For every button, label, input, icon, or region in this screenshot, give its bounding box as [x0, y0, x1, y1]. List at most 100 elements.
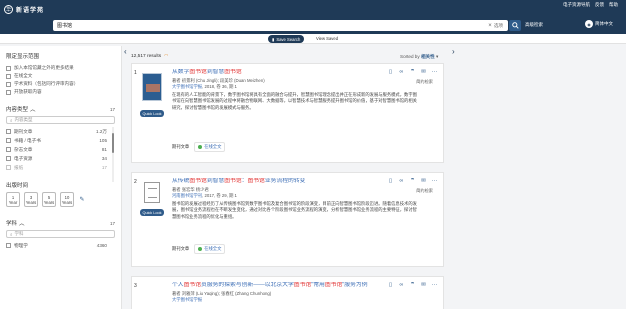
content-type-filter-input[interactable]: ⌕ 内容类型 — [6, 116, 115, 124]
filter-check-open-access[interactable]: 开放获取内容 — [6, 88, 115, 96]
save-search-label: Save Search — [276, 36, 301, 42]
top-bar: 华 新语学苑 电子资源导航 反馈 帮助 × 选项 高级检索 ◉ 简体中文 — [0, 0, 626, 34]
clear-icon[interactable]: × — [486, 23, 494, 29]
subject-filter-input[interactable]: ⌕ 学科 — [6, 230, 115, 238]
result-title-link[interactable]: 个人图书馆员服务的探索与创新——以北京大学图书馆"常用图书馆"服务为例 — [172, 282, 402, 289]
library-search-link[interactable]: 简约检索 — [416, 79, 433, 85]
advanced-search-link[interactable]: 高级检索 — [525, 22, 543, 28]
search-input[interactable] — [53, 21, 486, 30]
facet-scrollbar-thumb[interactable] — [112, 133, 114, 153]
facet-item[interactable]: 期刊文章 1.2万 — [6, 127, 107, 136]
result-actions: ▯ ∞ ❞ ✉ ⋯ — [387, 282, 438, 288]
language-selector[interactable]: ◉ 简体中文 — [585, 18, 613, 30]
year-button-10[interactable]: 10 Years — [60, 192, 74, 207]
content-type-count: 17 — [109, 106, 115, 112]
filter-check-beyond-library[interactable]: 加入本馆馆藏之外的更多结果 — [6, 64, 115, 72]
result-title-link[interactable]: 从传统图书馆到智慧图书馆：图书馆业务流程的转变 — [172, 178, 382, 185]
collapse-sidebar-icon[interactable]: ‹ — [124, 47, 127, 56]
facet-item[interactable]: 物理学 4360 — [6, 241, 115, 250]
email-icon[interactable]: ✉ — [420, 178, 427, 184]
content-type-header[interactable]: 内容类型 ︿ 17 — [6, 105, 115, 114]
search-options-dropdown[interactable]: 选项 — [494, 23, 503, 29]
logo[interactable]: 华 新语学苑 — [4, 2, 44, 16]
facet-item[interactable]: 报纸 17 — [6, 163, 107, 172]
year-button-1[interactable]: 1 Year — [6, 192, 20, 207]
title-highlight: 图书馆 — [224, 178, 242, 184]
more-icon[interactable]: ⋯ — [431, 178, 438, 184]
quick-look-button[interactable]: Quick Look — [140, 110, 164, 117]
view-saved-link[interactable]: View Saved — [316, 36, 338, 41]
pub-date-header: 出版时间 — [6, 181, 115, 189]
result-title-link[interactable]: 从数字图书馆到智慧图书馆 — [172, 69, 382, 76]
title-part: 到智慧 — [206, 69, 225, 75]
checkbox[interactable] — [6, 243, 11, 248]
source-name[interactable]: 大学图书馆学报 — [172, 297, 202, 302]
checkbox[interactable] — [6, 165, 11, 170]
checkbox[interactable] — [6, 73, 11, 79]
more-icon[interactable]: ⋯ — [431, 69, 438, 75]
result-actions: ▯ ∞ ❞ ✉ ⋯ — [387, 69, 438, 75]
checkbox[interactable] — [6, 65, 11, 71]
bookmark-icon[interactable]: ▯ — [387, 69, 394, 75]
title-part: "服务为例 — [342, 282, 368, 288]
online-full-text-link[interactable]: 在线全文 — [194, 244, 226, 254]
top-link-feedback[interactable]: 反馈 — [595, 2, 604, 8]
top-link-resource-nav[interactable]: 电子资源导航 — [563, 2, 590, 8]
filter-placeholder: 学科 — [14, 231, 24, 236]
title-part: 从传统 — [172, 178, 190, 184]
book-cover-thumbnail[interactable] — [142, 73, 162, 101]
year-button-3[interactable]: 3 Years — [24, 192, 38, 207]
subject-header[interactable]: 学科 ︿ 17 — [6, 219, 115, 228]
expand-panel-icon[interactable]: › — [452, 47, 455, 56]
quote-icon[interactable]: ❞ — [409, 69, 416, 75]
checkbox[interactable] — [6, 156, 11, 161]
link-icon[interactable]: ∞ — [398, 69, 405, 75]
result-source: 大学图书馆学报 — [172, 297, 397, 303]
quick-look-button[interactable]: Quick Look — [140, 209, 164, 216]
more-icon[interactable]: ⋯ — [431, 282, 438, 288]
result-source: 大学图书馆学报, 2018, 卷 36, 期 1 — [172, 84, 397, 90]
facet-item[interactable]: 杂志文章 81 — [6, 145, 107, 154]
facet-count: 81 — [101, 147, 107, 152]
filter-check-label: 学术资料（包括同行评审内容） — [14, 81, 79, 86]
checkbox[interactable] — [6, 81, 11, 87]
facet-item[interactable]: 书籍 / 电子书 105 — [6, 136, 107, 145]
email-icon[interactable]: ✉ — [420, 69, 427, 75]
online-label: 在线全文 — [204, 144, 222, 149]
search-icon: ⌕ — [10, 231, 13, 237]
year-button-5[interactable]: 5 Years — [42, 192, 56, 207]
source-name[interactable]: 河南图书馆学刊 — [172, 193, 202, 198]
title-part: 业务流程的转变 — [264, 178, 306, 184]
quote-icon[interactable]: ❞ — [409, 282, 416, 288]
link-icon[interactable]: ∞ — [398, 282, 405, 288]
quote-icon[interactable]: ❞ — [409, 178, 416, 184]
title-part: 员服务的探索与创新——以北京大学 — [201, 282, 294, 288]
top-link-help[interactable]: 帮助 — [609, 2, 618, 8]
checkbox[interactable] — [6, 129, 11, 134]
document-thumbnail[interactable] — [144, 182, 160, 203]
bookmark-icon[interactable]: ▯ — [387, 178, 394, 184]
filter-check-scholarly[interactable]: 学术资料（包括同行评审内容） — [6, 80, 115, 88]
online-full-text-link[interactable]: 在线全文 — [194, 142, 226, 152]
bookmark-icon[interactable]: ▯ — [387, 282, 394, 288]
content-type-list: 期刊文章 1.2万 书籍 / 电子书 105 杂志文章 81 电子资源 34 报纸 17 — [6, 127, 115, 182]
save-search-button[interactable]: ▮ Save Search — [268, 35, 305, 43]
filter-check-full-text[interactable]: 在线全文 — [6, 72, 115, 80]
link-icon[interactable]: ∞ — [398, 178, 405, 184]
sort-control[interactable]: Sorted by 相关性 ▾ — [400, 54, 438, 60]
email-icon[interactable]: ✉ — [420, 282, 427, 288]
rss-icon[interactable]: ◠ — [164, 54, 168, 59]
library-search-link[interactable]: 简约检索 — [416, 188, 433, 194]
checkbox[interactable] — [6, 138, 11, 143]
source-name[interactable]: 大学图书馆学报 — [172, 84, 202, 89]
checkbox[interactable] — [6, 147, 11, 152]
chevron-down-icon: ▾ — [436, 54, 439, 59]
facet-item[interactable]: 电子资源 34 — [6, 154, 107, 163]
title-highlight: 图书馆 — [183, 282, 202, 288]
subject-title: 学科 — [6, 221, 18, 227]
year-unit: Years — [25, 199, 37, 205]
filter-check-label: 在线全文 — [14, 73, 33, 78]
search-button[interactable] — [509, 20, 521, 31]
checkbox[interactable] — [6, 89, 11, 95]
edit-date-icon[interactable]: ✎ — [78, 196, 86, 203]
